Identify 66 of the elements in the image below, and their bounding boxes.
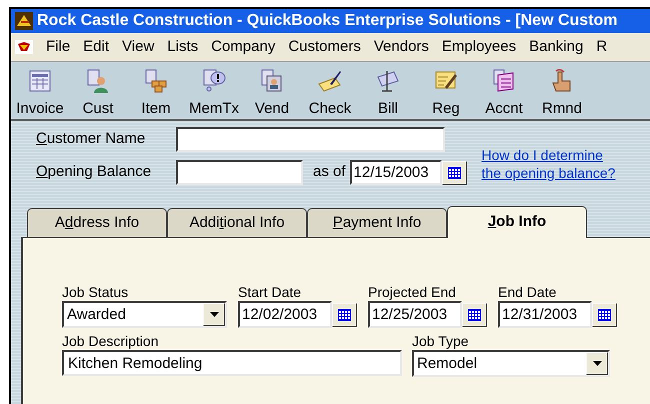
- job-type-dropdown[interactable]: Remodel: [412, 350, 610, 377]
- toolbar-button[interactable]: Bill: [359, 69, 417, 116]
- person-document-icon: [260, 69, 284, 93]
- toolbar-button[interactable]: Cust: [69, 69, 127, 116]
- check-pen-icon: [318, 69, 342, 93]
- app-menu-icon[interactable]: [15, 40, 33, 54]
- as-of-label: as of: [313, 162, 346, 182]
- job-status-dropdown[interactable]: Awarded: [62, 301, 227, 328]
- menu-item[interactable]: Vendors: [374, 36, 429, 58]
- customer-name-field[interactable]: [176, 127, 445, 152]
- menu-item[interactable]: R: [596, 36, 608, 58]
- toolbar-button[interactable]: Vend: [243, 69, 301, 116]
- field-label: Start Date: [238, 283, 302, 301]
- menu-item[interactable]: Lists: [167, 36, 198, 58]
- menu-item[interactable]: Edit: [83, 36, 110, 58]
- calendar-button[interactable]: [442, 160, 467, 184]
- field-label: Job Status: [62, 283, 130, 301]
- calendar-icon: [338, 308, 351, 320]
- tab[interactable]: Address Info: [27, 208, 167, 237]
- calendar-button[interactable]: [462, 302, 487, 326]
- dropdown-button[interactable]: [586, 352, 608, 375]
- boxes-icon: [144, 69, 168, 93]
- invoice-form-icon: [28, 69, 52, 93]
- menu-item[interactable]: File: [46, 36, 70, 58]
- caret-icon: [592, 361, 602, 366]
- toolbar-button[interactable]: Rmnd: [533, 69, 591, 116]
- opening-balance-field[interactable]: [176, 160, 303, 185]
- app-logo-icon: [15, 12, 33, 30]
- toolbar-button[interactable]: Invoice: [11, 69, 69, 116]
- tab[interactable]: Payment Info: [307, 208, 447, 237]
- calendar-button[interactable]: [592, 302, 617, 326]
- field-label: Job Description: [62, 332, 160, 350]
- toolbar-button[interactable]: Check: [301, 69, 359, 116]
- field-label: Job Type: [412, 332, 470, 350]
- message-icon: [202, 69, 226, 93]
- tab[interactable]: Additional Info: [167, 208, 307, 237]
- field-label: Opening Balance: [36, 162, 152, 182]
- toolbar-button[interactable]: Accnt: [475, 69, 533, 116]
- menu-item[interactable]: Customers: [288, 36, 361, 58]
- field-label: Customer Name: [36, 129, 146, 150]
- ledger-icon: [492, 69, 516, 93]
- person-card-icon: [86, 69, 110, 93]
- dropdown-button[interactable]: [203, 303, 225, 326]
- caret-icon: [210, 312, 218, 317]
- window-title: Rock Castle Construction - QuickBooks Enterprise Solutions - [New Custom: [37, 11, 618, 31]
- menu-item[interactable]: Company: [211, 36, 276, 58]
- toolbar-button[interactable]: Item: [127, 69, 185, 116]
- bill-stand-icon: [376, 69, 400, 93]
- calendar-icon: [468, 308, 481, 320]
- field-label: Projected End: [368, 283, 457, 301]
- menu-item[interactable]: Banking: [529, 36, 584, 58]
- date-field[interactable]: 12/02/2003: [238, 301, 332, 328]
- calendar-icon: [598, 308, 611, 320]
- menu-item[interactable]: Employees: [442, 36, 516, 58]
- help-link[interactable]: How do I determine the opening balance?: [482, 146, 616, 182]
- menu-item[interactable]: View: [122, 36, 154, 58]
- date-field[interactable]: 12/31/2003: [498, 301, 592, 328]
- calendar-icon: [448, 166, 461, 178]
- job-description-field[interactable]: Kitchen Remodeling: [62, 350, 402, 376]
- calendar-button[interactable]: [332, 302, 357, 326]
- date-field[interactable]: 12/15/2003: [350, 160, 442, 185]
- date-field[interactable]: 12/25/2003: [368, 301, 462, 328]
- toolbar-button[interactable]: MemTx: [185, 69, 243, 116]
- field-label: End Date: [498, 283, 558, 301]
- toolbar-button[interactable]: Reg: [417, 69, 475, 116]
- tab[interactable]: Job Info: [447, 206, 587, 238]
